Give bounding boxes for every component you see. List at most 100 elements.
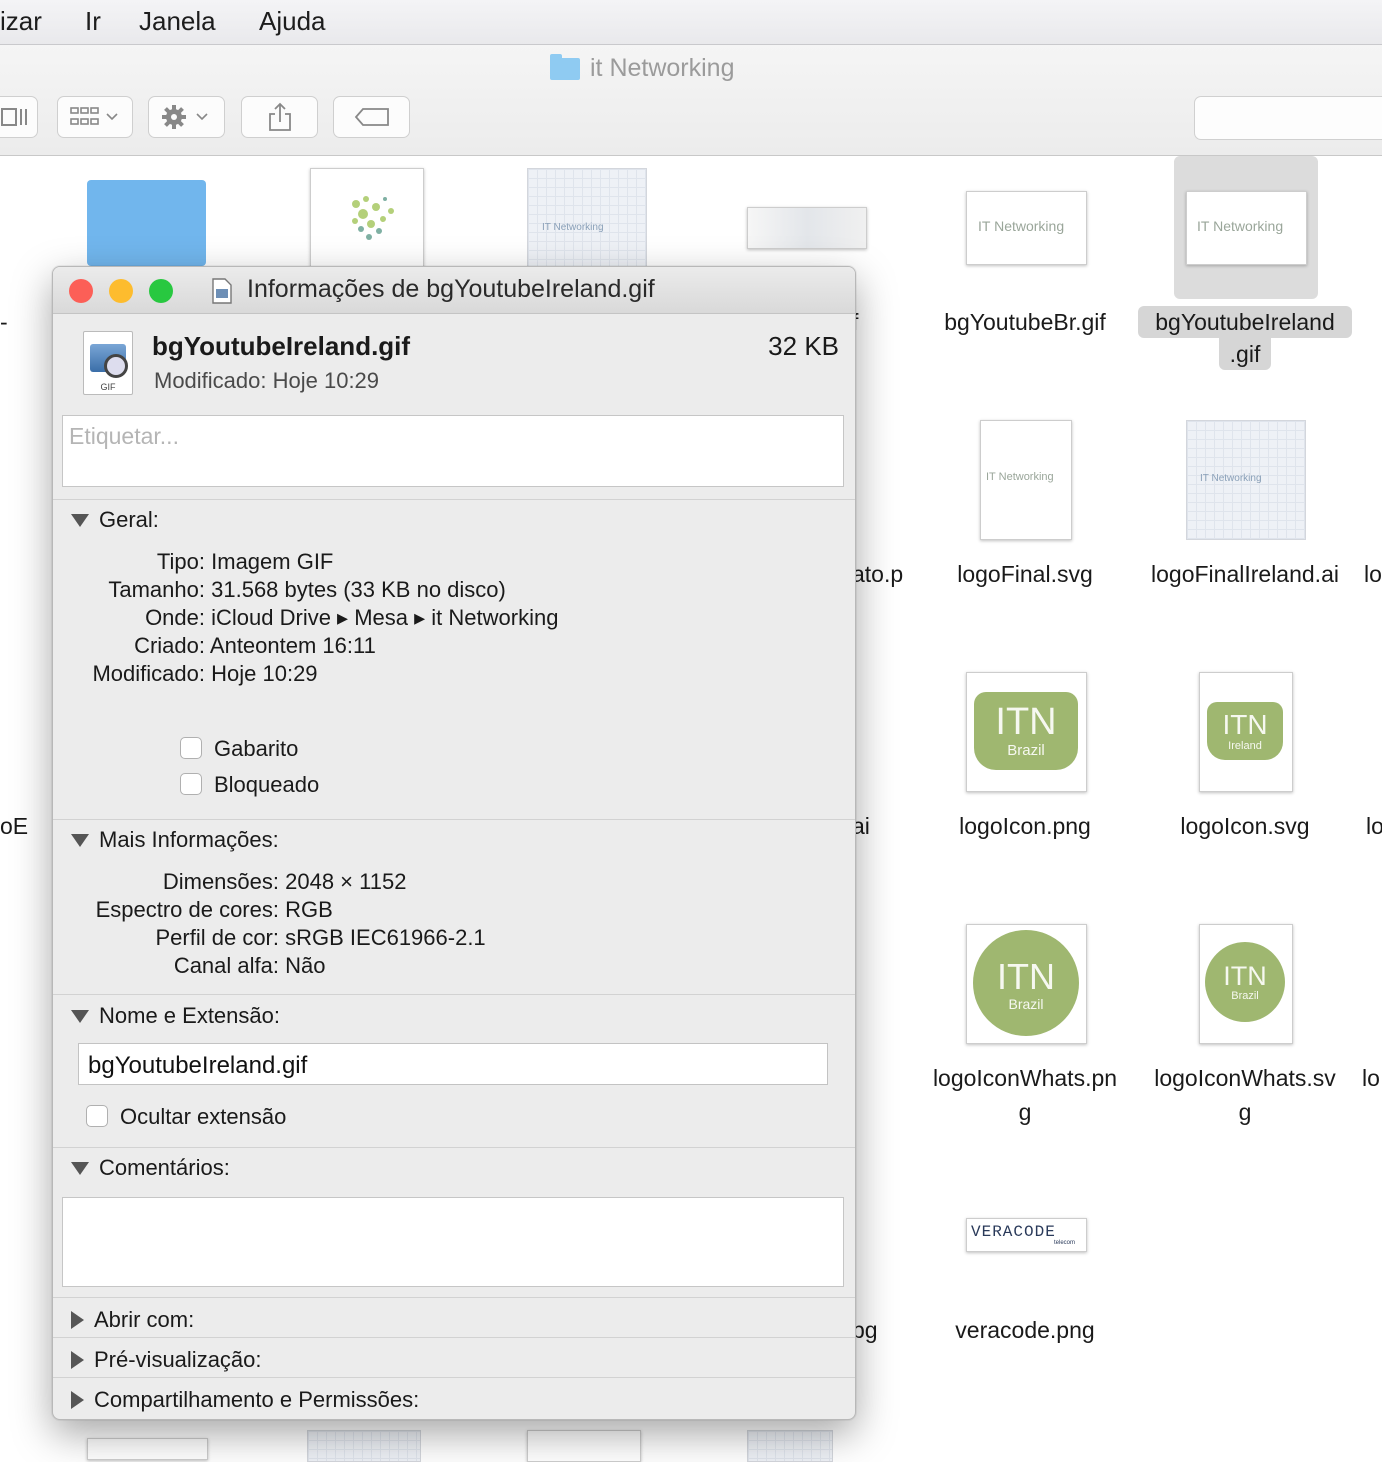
name-input[interactable]: [86, 1051, 820, 1081]
stationery-checkbox[interactable]: [180, 737, 202, 759]
divider: [53, 819, 855, 820]
divider: [53, 994, 855, 995]
locked-checkbox[interactable]: [180, 773, 202, 795]
columns-icon: [1, 108, 27, 126]
disclosure-right-icon: [71, 1391, 84, 1409]
map-image: [352, 196, 394, 240]
file-label[interactable]: .gif: [1219, 338, 1271, 370]
section-preview-toggle[interactable]: Pré-visualização:: [71, 1347, 262, 1373]
general-row: Modificado: Hoje 10:29: [53, 661, 317, 687]
section-more-info-title: Mais Informações:: [99, 827, 279, 852]
file-label[interactable]: lo: [1366, 810, 1382, 842]
disclosure-down-icon: [71, 1009, 89, 1023]
section-name-ext-toggle[interactable]: Nome e Extensão:: [71, 1003, 280, 1029]
tags-input[interactable]: [67, 422, 831, 451]
info-file-size: 32 KB: [768, 331, 839, 361]
menu-item-go[interactable]: Ir: [85, 6, 101, 37]
image-thumbnail[interactable]: [747, 207, 867, 249]
section-comments-toggle[interactable]: Comentários:: [71, 1155, 230, 1181]
name-field[interactable]: [78, 1043, 828, 1085]
document-thumbnail[interactable]: [307, 1430, 421, 1462]
logo-subtext: Brazil: [1007, 742, 1045, 759]
finder-window-title: it Networking: [550, 53, 735, 83]
row-key: Criado:: [134, 633, 205, 658]
disclosure-down-icon: [71, 513, 89, 527]
comments-textarea[interactable]: [62, 1197, 844, 1287]
section-general-title: Geral:: [99, 507, 159, 532]
section-open-with-toggle[interactable]: Abrir com:: [71, 1307, 194, 1333]
stationery-label: Gabarito: [214, 736, 299, 761]
folder-icon[interactable]: [87, 180, 206, 266]
file-label[interactable]: logoIcon.svg: [1145, 810, 1345, 842]
menu-item-help[interactable]: Ajuda: [259, 6, 326, 37]
logo-subtext: Brazil: [1231, 990, 1259, 1002]
more-info-row: Canal alfa: Não: [53, 953, 326, 979]
folder-icon: [550, 53, 580, 80]
disclosure-down-icon: [71, 1161, 89, 1175]
file-label[interactable]: oE: [0, 810, 28, 842]
general-row: Tamanho: 31.568 bytes (33 KB no disco): [53, 577, 506, 603]
tags-field[interactable]: [62, 415, 844, 487]
itn-logo: ITN Ireland: [1207, 702, 1283, 760]
file-label[interactable]: logoIcon.png: [925, 810, 1125, 842]
file-label[interactable]: logoIconWhats.pn: [918, 1062, 1132, 1094]
more-info-row: Dimensões: 2048 × 1152: [53, 869, 407, 895]
thumbnail-text: IT Networking: [1200, 473, 1262, 484]
gear-chevron-icon: [161, 105, 208, 129]
file-label[interactable]: -: [0, 306, 8, 338]
general-row: Tipo: Imagem GIF: [53, 549, 333, 575]
minimize-button[interactable]: [109, 279, 133, 303]
section-general-toggle[interactable]: Geral:: [71, 507, 159, 533]
info-window-title: Informações de bgYoutubeIreland.gif: [247, 275, 655, 303]
file-label[interactable]: lo: [1362, 1062, 1380, 1094]
file-label[interactable]: logoIconWhats.sv: [1138, 1062, 1352, 1094]
section-comments-title: Comentários:: [99, 1155, 230, 1180]
section-open-with-title: Abrir com:: [94, 1307, 195, 1332]
logo-subtext: Brazil: [1008, 996, 1044, 1012]
logo-text: ITN: [995, 701, 1057, 743]
file-label[interactable]: g: [1138, 1096, 1352, 1128]
divider: [53, 1297, 855, 1298]
divider: [53, 1337, 855, 1338]
file-label[interactable]: logoFinal.svg: [925, 558, 1125, 590]
file-label[interactable]: bgYoutubeBr.gif: [925, 306, 1125, 338]
file-label[interactable]: bgYoutubeIreland: [1138, 306, 1352, 338]
itn-logo-round: ITN Brazil: [1205, 942, 1285, 1022]
menu-item-window[interactable]: Janela: [139, 6, 216, 37]
zoom-button[interactable]: [149, 279, 173, 303]
hide-extension-checkbox[interactable]: [86, 1105, 108, 1127]
view-columns-button[interactable]: [0, 96, 38, 138]
file-label[interactable]: lo: [1364, 558, 1382, 590]
document-thumbnail[interactable]: [747, 1430, 833, 1462]
tag-icon: [354, 108, 389, 126]
close-button[interactable]: [69, 279, 93, 303]
share-icon: [268, 102, 291, 131]
veracode-logo-text: VERACODE: [971, 1223, 1056, 1241]
file-label[interactable]: veracode.png: [925, 1314, 1125, 1346]
thumbnail-text: IT Networking: [542, 222, 604, 233]
section-preview-title: Pré-visualização:: [94, 1347, 262, 1372]
section-more-info-toggle[interactable]: Mais Informações:: [71, 827, 279, 853]
file-label[interactable]: ato.p: [852, 558, 903, 590]
grid-chevron-icon: [70, 107, 118, 125]
arrange-button[interactable]: [57, 96, 133, 138]
locked-label: Bloqueado: [214, 772, 320, 797]
row-value: sRGB IEC61966-2.1: [285, 925, 486, 950]
disclosure-right-icon: [71, 1311, 84, 1329]
document-thumbnail[interactable]: [527, 168, 647, 268]
menu-item-view[interactable]: izar: [0, 6, 42, 37]
share-button[interactable]: [241, 96, 318, 138]
search-field[interactable]: [1194, 96, 1382, 140]
tag-button[interactable]: [333, 96, 410, 138]
section-sharing-toggle[interactable]: Compartilhamento e Permissões:: [71, 1387, 419, 1413]
file-label[interactable]: g: [918, 1096, 1132, 1128]
file-thumbnail[interactable]: [310, 168, 424, 268]
action-button[interactable]: [148, 96, 225, 138]
row-value: Imagem GIF: [211, 549, 334, 574]
menu-bar: izar Ir Janela Ajuda: [0, 0, 1382, 45]
itn-logo: ITN Brazil: [974, 692, 1078, 770]
file-thumbnail[interactable]: [527, 1430, 641, 1462]
row-value: 31.568 bytes (33 KB no disco): [211, 577, 506, 602]
file-label[interactable]: logoFinalIreland.ai: [1130, 558, 1360, 590]
file-thumbnail[interactable]: [87, 1438, 208, 1460]
